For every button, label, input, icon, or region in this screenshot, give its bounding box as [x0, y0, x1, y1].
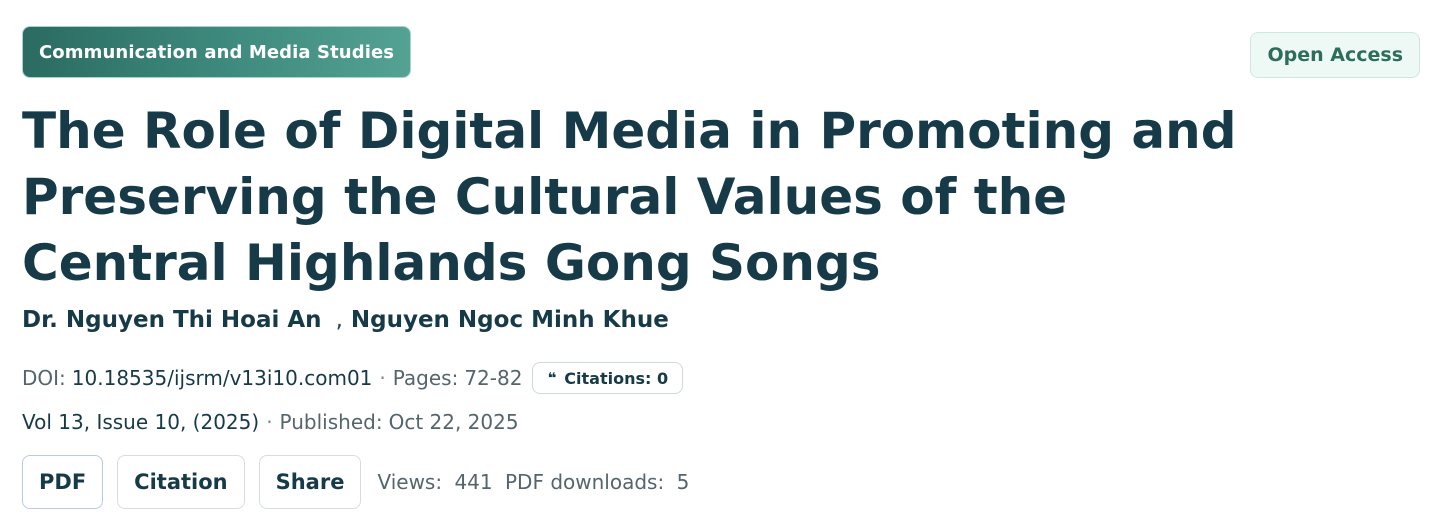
pages-label: Pages: [392, 366, 459, 390]
meta-separator: · [266, 410, 273, 434]
open-access-badge: Open Access [1250, 32, 1420, 78]
citations-button[interactable]: ❝ Citations: 0 [532, 362, 684, 394]
article-header: Communication and Media Studies Open Acc… [22, 26, 1420, 516]
author-link[interactable]: Dr. Nguyen Thi Hoai An [22, 307, 322, 333]
doi-label: DOI: [22, 366, 66, 390]
views-label: Views: [377, 470, 443, 494]
article-stats: Views: 441 PDF downloads: 5 [377, 470, 689, 494]
downloads-label: PDF downloads: [505, 470, 665, 494]
published-label: Published: [279, 410, 383, 434]
citations-label: Citations: 0 [564, 368, 669, 388]
article-meta-primary: DOI: 10.18535/ijsrm/v13i10.com01 · Pages… [22, 360, 684, 396]
author-separator: , [335, 307, 343, 333]
meta-separator: · [379, 366, 386, 390]
quote-icon: ❝ [547, 369, 557, 387]
doi-link[interactable]: 10.18535/ijsrm/v13i10.com01 [72, 366, 373, 390]
article-meta-secondary: Vol 13, Issue 10, (2025) · Published: Oc… [22, 404, 519, 440]
citation-button[interactable]: Citation [117, 455, 245, 509]
volume-issue: Vol 13, Issue 10, (2025) [22, 410, 260, 434]
pages-value: 72-82 [464, 366, 523, 390]
downloads-count: 5 [676, 470, 690, 494]
published-date: Oct 22, 2025 [388, 410, 519, 434]
category-badge[interactable]: Communication and Media Studies [22, 26, 412, 78]
share-button[interactable]: Share [258, 455, 362, 509]
article-title: The Role of Digital Media in Promoting a… [22, 102, 1237, 292]
views-count: 441 [454, 470, 493, 494]
pdf-button[interactable]: PDF [22, 455, 104, 509]
author-link[interactable]: Nguyen Ngoc Minh Khue [351, 307, 669, 333]
action-bar: PDF Citation Share Views: 441 PDF downlo… [22, 454, 689, 510]
author-list: Dr. Nguyen Thi Hoai An , Nguyen Ngoc Min… [22, 307, 669, 333]
